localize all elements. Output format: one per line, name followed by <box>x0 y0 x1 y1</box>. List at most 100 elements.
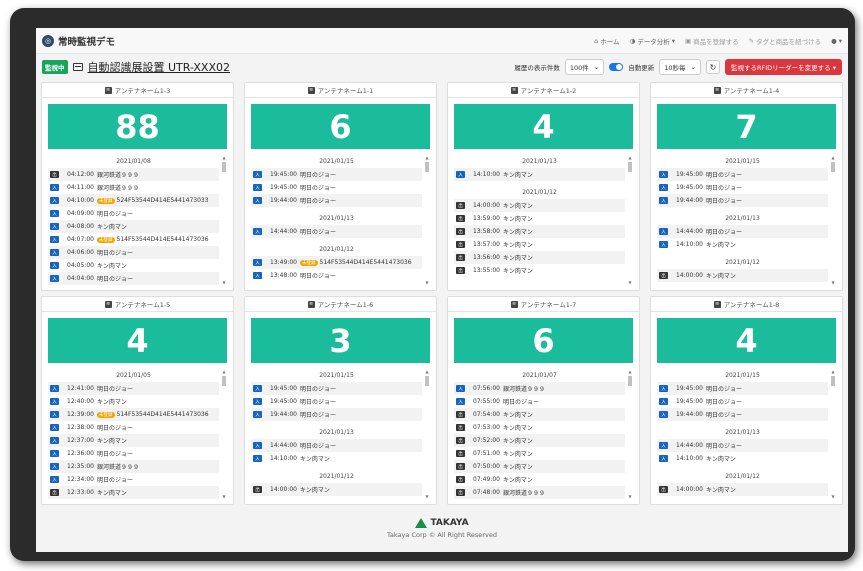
history-list[interactable]: 2021/01/15 入 19:45:00 明日のジョー入 19:45:00 明日のジョー… <box>657 155 836 286</box>
scroll-up-icon[interactable]: ▲ <box>424 369 430 375</box>
scroll-up-icon[interactable]: ▲ <box>830 155 836 161</box>
scroll-thumb[interactable] <box>831 162 835 172</box>
in-badge: 入 <box>50 262 59 269</box>
history-count-select[interactable]: 100件 ⌄ <box>564 59 605 75</box>
refresh-button[interactable]: ↻ <box>705 60 720 74</box>
brand[interactable]: ◎ 常時監視デモ <box>42 34 115 48</box>
chevron-down-icon: ⌄ <box>593 63 600 71</box>
scrollbar[interactable]: ▲ ▼ <box>627 369 633 500</box>
event-time: 19:44:00 <box>676 411 703 418</box>
history-row: 入 19:45:00 明日のジョー <box>251 168 422 181</box>
event-time: 14:44:00 <box>676 228 703 235</box>
item-count: 6 <box>454 318 633 363</box>
scroll-down-icon[interactable]: ▼ <box>424 494 430 500</box>
event-time: 19:44:00 <box>270 411 297 418</box>
in-badge: 入 <box>50 210 59 217</box>
history-list[interactable]: 2021/01/15 入 19:45:00 明日のジョー入 19:45:00 明日のジョー… <box>251 369 430 500</box>
in-badge: 入 <box>659 241 668 248</box>
event-time: 12:41:00 <box>67 385 94 392</box>
scroll-thumb[interactable] <box>628 376 632 386</box>
scrollbar[interactable]: ▲ ▼ <box>424 369 430 500</box>
scroll-thumb[interactable] <box>222 162 226 172</box>
scrollbar[interactable]: ▲ ▼ <box>830 369 836 500</box>
item-name: 明日のジョー <box>97 276 134 283</box>
in-badge: 入 <box>253 197 262 204</box>
scroll-thumb[interactable] <box>831 376 835 386</box>
item-name: キン肉マン <box>503 172 533 179</box>
out-badge: 出 <box>456 202 465 209</box>
history-row: 出 07:49:00 キン肉マン <box>454 473 625 486</box>
in-badge: 入 <box>456 385 465 392</box>
scroll-up-icon[interactable]: ▲ <box>424 155 430 161</box>
scrollbar[interactable]: ▲ ▼ <box>627 155 633 286</box>
scroll-thumb[interactable] <box>425 376 429 386</box>
date-header: 2021/01/13 <box>522 158 557 165</box>
history-row: 入 04:05:00 キン肉マン <box>48 259 219 272</box>
history-row: 入 12:39:00 未登録 514F53544D414E5441473036 <box>48 408 219 421</box>
in-badge: 入 <box>659 442 668 449</box>
auto-update-toggle[interactable] <box>609 63 624 71</box>
out-badge: 出 <box>50 489 59 496</box>
date-header: 2021/01/12 <box>319 246 354 253</box>
history-list-content: 2021/01/05 入 12:41:00 明日のジョー入 12:40:00 キン肉マン入… <box>48 369 219 499</box>
item-name: キン肉マン <box>97 438 127 445</box>
scroll-down-icon[interactable]: ▼ <box>221 494 227 500</box>
event-time: 04:05:00 <box>67 262 94 269</box>
scrollbar[interactable]: ▲ ▼ <box>221 369 227 500</box>
nav-home[interactable]: ⌂ ホーム <box>594 36 619 46</box>
footer-logo: TAKAYA <box>36 518 848 528</box>
scrollbar[interactable]: ▲ ▼ <box>221 155 227 286</box>
scroll-thumb[interactable] <box>628 162 632 172</box>
history-row: 入 12:34:00 明日のジョー <box>48 473 219 486</box>
out-badge: 出 <box>456 424 465 431</box>
item-name: 明日のジョー <box>706 386 743 393</box>
scrollbar[interactable]: ▲ ▼ <box>830 155 836 286</box>
item-name: キン肉マン <box>706 242 736 249</box>
event-time: 13:57:00 <box>473 241 500 248</box>
history-list[interactable]: 2021/01/15 入 19:45:00 明日のジョー入 19:45:00 明日のジョー… <box>251 155 430 286</box>
scroll-down-icon[interactable]: ▼ <box>627 494 633 500</box>
item-name: 明日のジョー <box>97 250 134 257</box>
history-list[interactable]: 2021/01/08 出 04:12:00 銀河鉄道９９９ 入 04:11:00 銀河鉄道９… <box>48 155 227 286</box>
nav-tag-link[interactable]: ✎ タグと商品を紐づける <box>749 36 821 46</box>
history-list[interactable]: 2021/01/13 入 14:10:00 キン肉マン 2021/01/12 出 14:00… <box>454 155 633 286</box>
scroll-down-icon[interactable]: ▼ <box>627 280 633 286</box>
item-name: 明日のジョー <box>97 386 134 393</box>
subheader: 監視中 自動認識展設置 UTR-XXX02 履歴の表示件数 100件 ⌄ 自動更新… <box>36 54 848 80</box>
history-row: 出 12:33:00 キン肉マン <box>48 486 219 499</box>
scroll-thumb[interactable] <box>425 162 429 172</box>
in-badge: 入 <box>50 249 59 256</box>
scroll-down-icon[interactable]: ▼ <box>424 280 430 286</box>
device-title[interactable]: 自動認識展設置 UTR-XXX02 <box>88 59 231 75</box>
scroll-down-icon[interactable]: ▼ <box>830 494 836 500</box>
change-reader-button[interactable]: 監視するRFIDリーダーを変更する ▾ <box>724 59 842 75</box>
history-row: 出 14:00:00 キン肉マン <box>454 199 625 212</box>
scroll-up-icon[interactable]: ▲ <box>830 369 836 375</box>
nav-register[interactable]: ▣ 商品を登録する <box>685 36 739 46</box>
history-row: 入 19:45:00 明日のジョー <box>251 395 422 408</box>
item-name: 514F53544D414E5441473036 <box>116 411 209 418</box>
nav-user[interactable]: ● ▾ <box>831 37 842 45</box>
history-row: 入 14:10:00 キン肉マン <box>657 452 828 465</box>
out-badge: 出 <box>456 411 465 418</box>
history-list[interactable]: 2021/01/07 入 07:56:00 銀河鉄道９９９ 入 07:55:00 明日のジョ… <box>454 369 633 500</box>
scroll-up-icon[interactable]: ▲ <box>221 369 227 375</box>
event-time: 12:34:00 <box>67 476 94 483</box>
item-name: 明日のジョー <box>300 443 337 450</box>
box-icon: ▣ <box>684 36 692 45</box>
brand-logo-icon: ◎ <box>42 34 54 47</box>
scroll-down-icon[interactable]: ▼ <box>830 280 836 286</box>
nav-analysis[interactable]: ◑ データ分析 ▾ <box>630 36 675 46</box>
item-name: 514F53544D414E5441473036 <box>116 236 209 243</box>
scroll-up-icon[interactable]: ▲ <box>221 155 227 161</box>
scroll-up-icon[interactable]: ▲ <box>627 155 633 161</box>
scroll-up-icon[interactable]: ▲ <box>627 369 633 375</box>
history-row: 出 14:00:00 キン肉マン <box>251 483 422 496</box>
history-list[interactable]: 2021/01/05 入 12:41:00 明日のジョー入 12:40:00 キン肉マン入… <box>48 369 227 500</box>
interval-select[interactable]: 10秒毎 ⌄ <box>659 59 701 75</box>
controls: 履歴の表示件数 100件 ⌄ 自動更新 10秒毎 ⌄ ↻ 監視するRFIDリーダーを… <box>514 59 842 75</box>
scroll-down-icon[interactable]: ▼ <box>221 280 227 286</box>
history-list[interactable]: 2021/01/15 入 19:45:00 明日のジョー入 19:45:00 明日のジョー… <box>657 369 836 500</box>
scrollbar[interactable]: ▲ ▼ <box>424 155 430 286</box>
scroll-thumb[interactable] <box>222 376 226 386</box>
